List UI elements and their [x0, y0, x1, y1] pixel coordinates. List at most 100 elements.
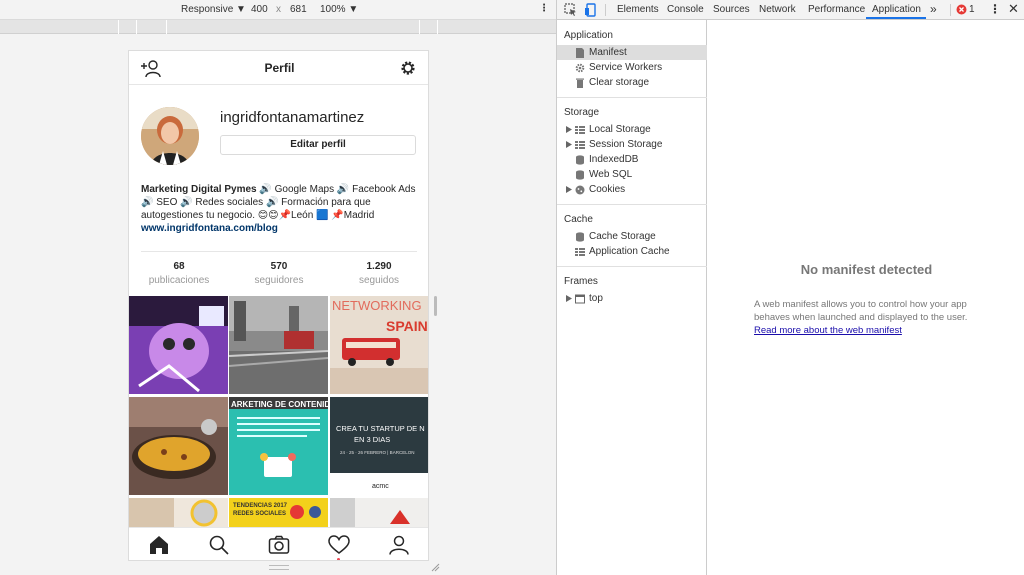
frame-icon [575, 294, 585, 304]
avatar[interactable] [141, 107, 199, 165]
sidebar-item-local-storage[interactable]: Local Storage [557, 122, 707, 137]
sidebar-item-application-cache[interactable]: Application Cache [557, 244, 707, 259]
sidebar-item-label: Local Storage [589, 124, 651, 135]
photo-tile[interactable]: CREA TU STARTUP DE N EN 3 DIAS 24 · 25 ·… [330, 397, 428, 495]
stat-posts[interactable]: 68 publicaciones [129, 261, 229, 286]
tab-network[interactable]: Network [759, 4, 796, 15]
tab-elements[interactable]: Elements [617, 4, 659, 15]
page-title: Perfil [264, 61, 295, 75]
photo-tile[interactable]: TENDENCIAS 2017 REDES SOCIALES [229, 498, 328, 528]
resize-handle-bottom[interactable] [269, 565, 289, 570]
tile-text: CREA TU STARTUP DE N [336, 424, 425, 433]
sidebar-item-service-workers[interactable]: Service Workers [557, 60, 707, 75]
divider [141, 251, 417, 252]
tile-text: TENDENCIAS 2017 [233, 503, 288, 509]
emulated-viewport: Perfil ingridfontanamartinez Editar perf… [128, 50, 429, 561]
tab-performance[interactable]: Performance [808, 4, 865, 15]
tab-application[interactable]: Application [872, 4, 921, 15]
more-tabs-icon[interactable]: » [930, 2, 937, 16]
width-input[interactable]: 400 [251, 4, 268, 15]
grid-storage-icon [575, 141, 585, 149]
empty-state-description: A web manifest allows you to control how… [754, 298, 986, 337]
divider [557, 266, 707, 267]
divider [557, 97, 707, 98]
sidebar-item-label: Cookies [589, 184, 626, 195]
section-title-frames: Frames [564, 276, 598, 287]
photo-tile[interactable]: ARKETING DE CONTENIDO [229, 397, 328, 495]
expand-arrow-icon[interactable] [566, 141, 572, 148]
error-icon[interactable] [956, 4, 967, 15]
sidebar-item-manifest[interactable]: Manifest [557, 45, 707, 60]
stat-following[interactable]: 1.290 seguidos [329, 261, 428, 286]
stat-followers[interactable]: 570 seguidores [229, 261, 329, 286]
device-select[interactable]: Responsive ▼ [181, 4, 246, 15]
sidebar-item-web-sql[interactable]: Web SQL [557, 167, 707, 182]
bio-link[interactable]: www.ingridfontana.com/blog [141, 222, 419, 235]
photo-tile[interactable] [129, 498, 228, 528]
expand-arrow-icon[interactable] [566, 186, 572, 193]
ruler-segment[interactable] [0, 20, 119, 34]
toolbar-divider [605, 4, 606, 16]
photo-tile[interactable] [229, 296, 328, 394]
database-icon [576, 155, 584, 165]
ig-bottom-nav [129, 527, 428, 560]
ruler-segment[interactable] [390, 20, 420, 34]
sidebar-item-top-frame[interactable]: top [557, 291, 707, 306]
sidebar-item-session-storage[interactable]: Session Storage [557, 137, 707, 152]
tile-text: 24 · 25 · 26 FEBRERO | BARCELON [340, 450, 414, 455]
database-icon [576, 170, 584, 180]
height-input[interactable]: 681 [290, 4, 307, 15]
stat-number: 1.290 [366, 261, 392, 272]
search-icon[interactable] [208, 535, 230, 555]
media-query-ruler[interactable] [0, 20, 556, 34]
devtools-panel: Elements Console Sources Network Perform… [556, 0, 1024, 575]
bio-name: Marketing Digital Pymes [141, 184, 257, 195]
photo-tile[interactable] [129, 397, 228, 495]
learn-more-link[interactable]: Read more about the web manifest [754, 325, 902, 336]
sidebar-item-label: Web SQL [589, 169, 633, 180]
sidebar-item-indexeddb[interactable]: IndexedDB [557, 152, 707, 167]
ruler-segment[interactable] [420, 20, 438, 34]
customize-menu-icon[interactable]: ⋮ [989, 2, 1001, 16]
sidebar-item-cookies[interactable]: Cookies [557, 182, 707, 197]
section-title-application: Application [564, 30, 613, 41]
expand-arrow-icon[interactable] [566, 295, 572, 302]
home-icon[interactable] [148, 535, 170, 555]
device-toggle-icon[interactable] [584, 3, 598, 17]
cookie-icon [575, 185, 585, 195]
more-options-icon[interactable]: ⋮ [539, 3, 549, 14]
close-icon[interactable]: ✕ [1008, 1, 1019, 17]
sidebar-item-cache-storage[interactable]: Cache Storage [557, 229, 707, 244]
devtools-toolbar: Elements Console Sources Network Perform… [557, 0, 1024, 20]
profile-icon[interactable] [388, 535, 410, 555]
gear-icon[interactable] [397, 58, 419, 78]
stat-number: 68 [173, 261, 185, 272]
sidebar-item-clear-storage[interactable]: Clear storage [557, 75, 707, 90]
photo-tile[interactable] [129, 296, 228, 394]
resize-handle-right[interactable] [434, 296, 437, 316]
ruler-segment[interactable] [119, 20, 137, 34]
ruler-segment[interactable] [137, 20, 167, 34]
inspect-element-icon[interactable] [564, 3, 578, 17]
tile-text: EN 3 DIAS [354, 435, 390, 444]
tab-console[interactable]: Console [667, 4, 704, 15]
device-toolbar: Responsive ▼ 400 x 681 100% ▼ ⋮ [0, 0, 556, 20]
tab-sources[interactable]: Sources [713, 4, 750, 15]
resize-corner-icon[interactable] [430, 562, 440, 572]
edit-profile-button[interactable]: Editar perfil [220, 135, 416, 155]
grid-storage-icon [575, 248, 585, 256]
expand-arrow-icon[interactable] [566, 126, 572, 133]
sidebar-item-label: Service Workers [589, 62, 663, 73]
tile-text: ARKETING DE CONTENIDO [231, 400, 328, 409]
zoom-select[interactable]: 100% ▼ [320, 4, 358, 15]
heart-icon[interactable] [328, 535, 350, 555]
photo-tile[interactable]: NETWORKING SPAIN [330, 296, 428, 394]
camera-icon[interactable] [268, 535, 290, 555]
document-icon [576, 48, 584, 58]
photo-tile[interactable] [330, 498, 428, 528]
profile-bio: Marketing Digital Pymes 🔊 Google Maps 🔊 … [141, 183, 419, 235]
sidebar-item-label: top [589, 293, 603, 304]
error-count[interactable]: 1 [969, 4, 975, 15]
stat-number: 570 [270, 261, 288, 272]
tile-text: REDES SOCIALES [233, 511, 286, 517]
